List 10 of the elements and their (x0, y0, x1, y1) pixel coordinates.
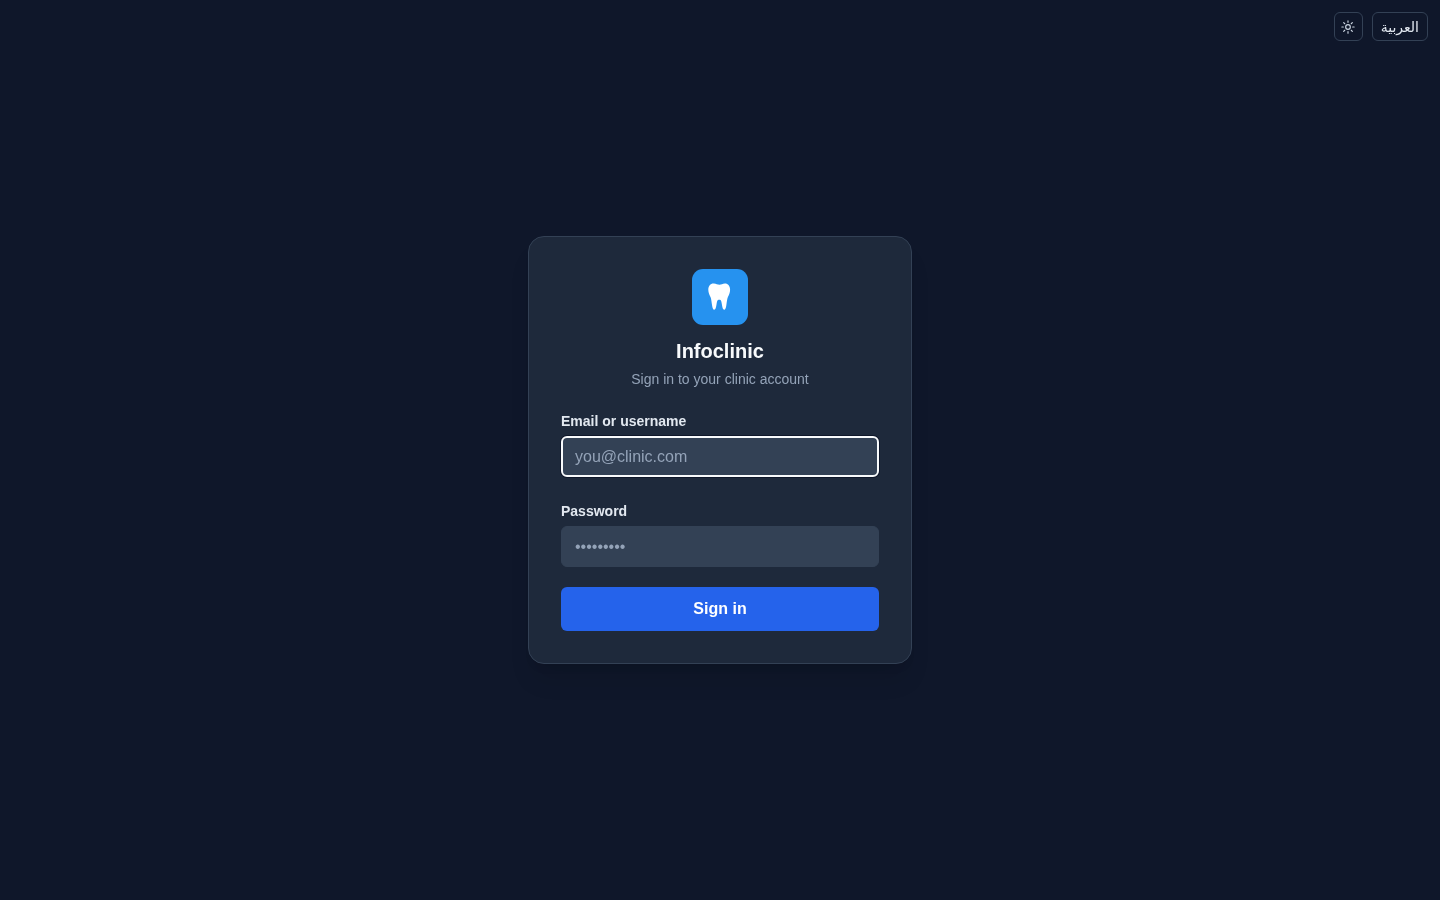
sign-in-button[interactable]: Sign in (561, 587, 879, 631)
app-subtitle: Sign in to your clinic account (631, 370, 809, 389)
sun-icon (1341, 19, 1356, 34)
field-label: Email or username (561, 412, 688, 431)
field-label: Password (561, 502, 629, 521)
app-title: Infoclinic (676, 339, 764, 364)
tooth-logo-icon (692, 269, 748, 325)
theme-toggle-button[interactable] (1333, 12, 1363, 41)
language-button[interactable]: العربية (1371, 12, 1428, 41)
input-field[interactable]: ••••••••• (561, 526, 879, 567)
